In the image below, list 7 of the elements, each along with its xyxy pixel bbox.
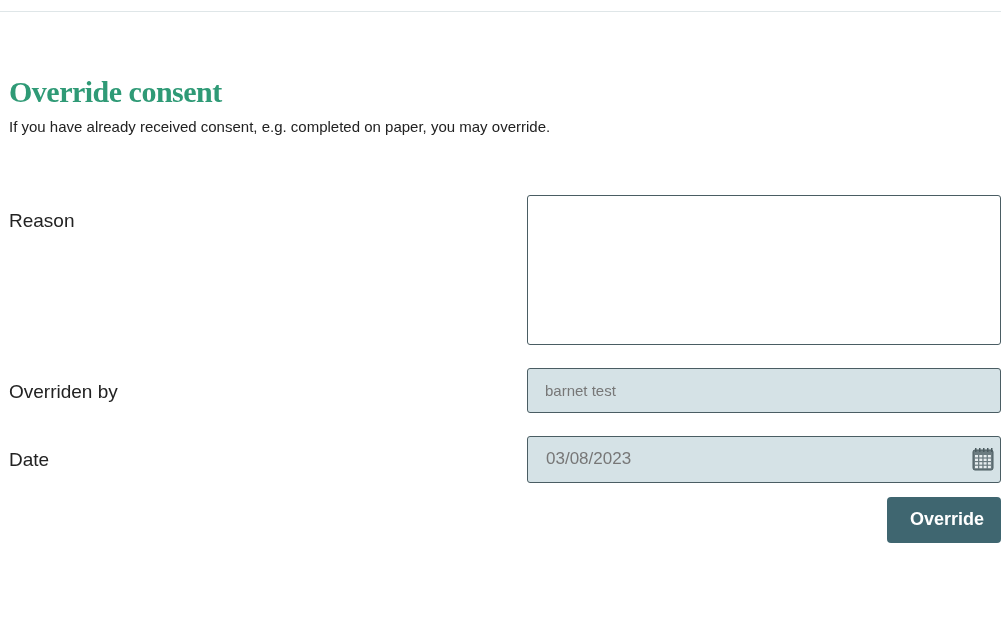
description-text: If you have already received consent, e.g. completed on paper, you may override. <box>9 117 551 137</box>
field-label: Overriden by <box>9 379 119 404</box>
field-label: Reason <box>9 208 76 233</box>
section-title: Override consent <box>9 74 222 110</box>
field-label: Date <box>9 447 51 472</box>
override-button[interactable]: Override <box>887 496 1001 543</box>
reason-field[interactable] <box>527 194 1001 345</box>
